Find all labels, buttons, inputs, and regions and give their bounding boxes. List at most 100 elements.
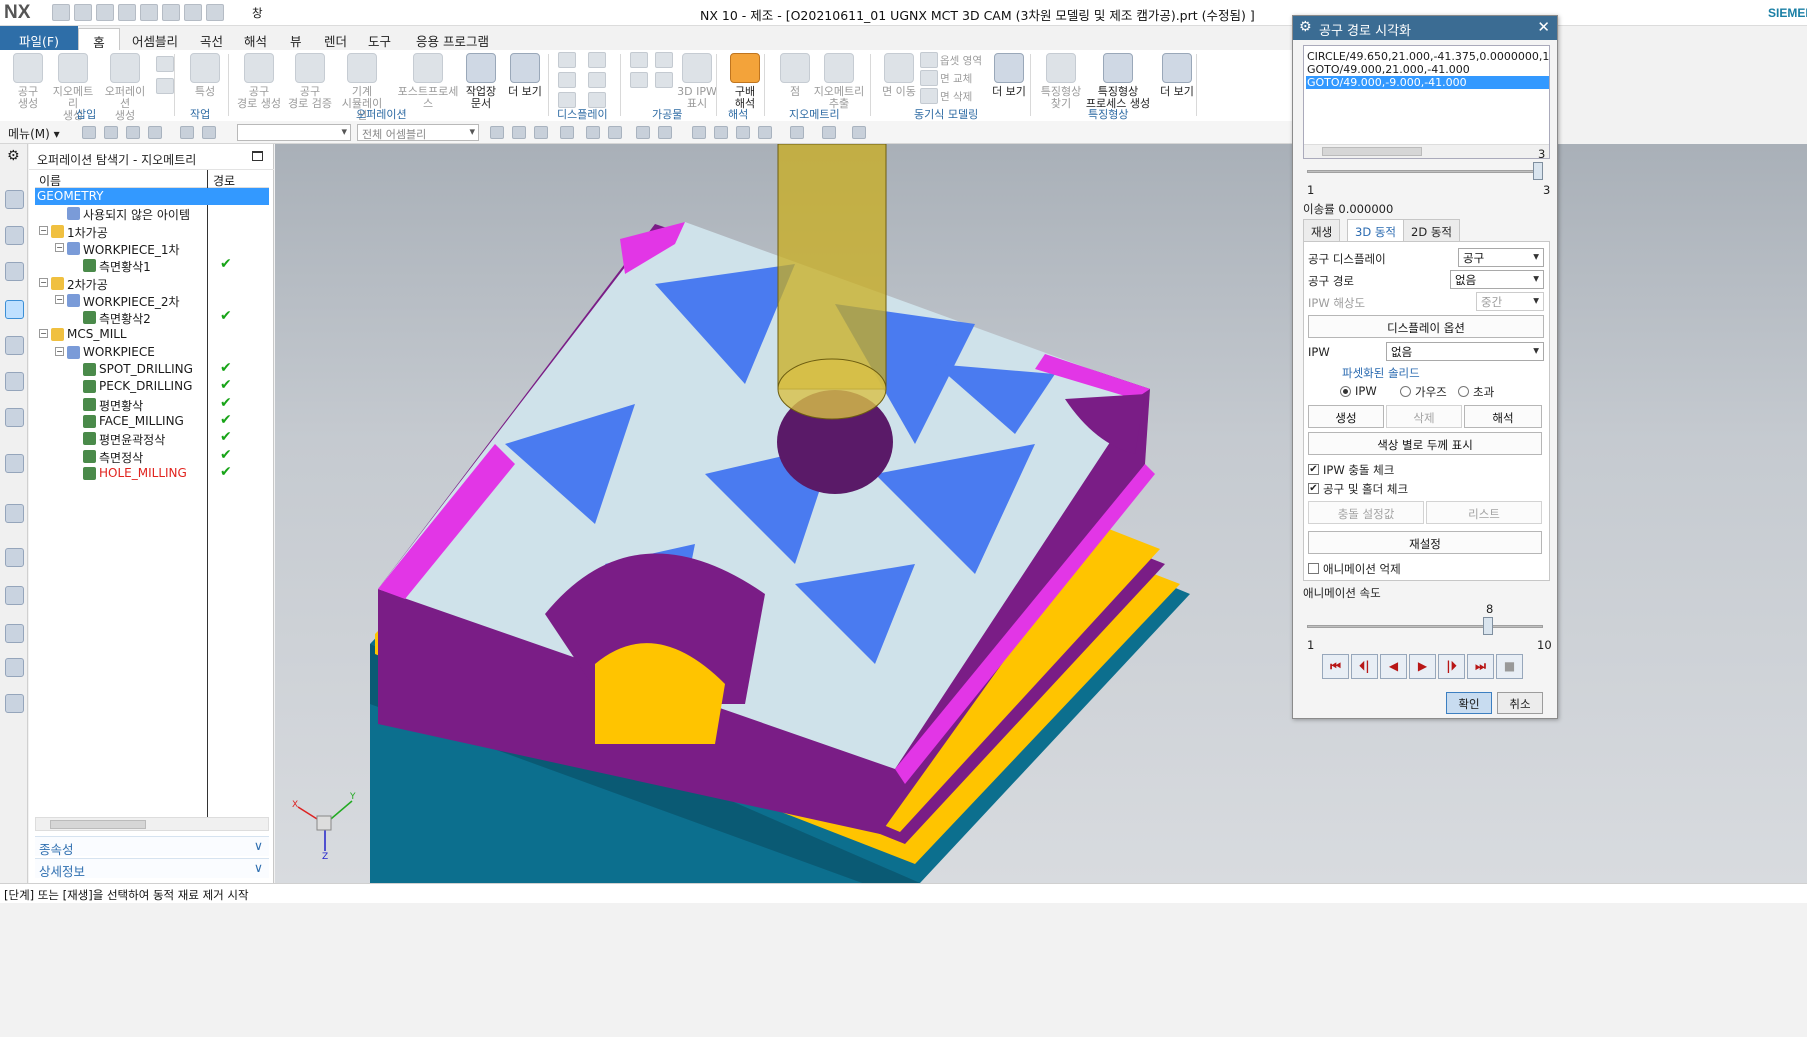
show-3d-ipw-button[interactable]: 3D IPW 표시	[672, 53, 722, 110]
clip-icon[interactable]	[852, 126, 866, 139]
toolpath-line[interactable]: CIRCLE/49.650,21.000,-41.375,0.0000000,1…	[1306, 50, 1549, 63]
tree-row[interactable]: FACE_MILLING ✔	[35, 412, 269, 430]
toolpath-line[interactable]: GOTO/49.000,-9.000,-41.000	[1306, 76, 1549, 89]
tree-row[interactable]: 측면황삭1 ✔	[35, 256, 269, 274]
delete-face-icon[interactable]	[920, 88, 938, 104]
offset-region-icon[interactable]	[920, 52, 938, 68]
shop-doc-button[interactable]: 작업장 문서	[456, 53, 506, 110]
part-navigator-icon[interactable]	[5, 262, 24, 281]
tree-row[interactable]: 사용되지 않은 아이템	[35, 205, 269, 222]
maximize-icon[interactable]	[252, 151, 263, 161]
assembly-scope-combo[interactable]: 전체 어셈블리	[357, 124, 479, 141]
create-tool-button[interactable]: 공구 생성	[3, 53, 53, 110]
tab-3d-dynamic[interactable]: 3D 동적	[1347, 219, 1404, 242]
touch-mode-icon[interactable]	[184, 4, 202, 21]
tab-file[interactable]: 파일(F)	[0, 26, 78, 50]
radio-excess-label[interactable]: 초과	[1473, 384, 1494, 400]
settings-gear-icon[interactable]: ⚙	[7, 148, 20, 164]
properties-button[interactable]: 특성	[180, 53, 230, 98]
generate-toolpath-button[interactable]: 공구 경로 생성	[234, 53, 284, 110]
display-icon-4[interactable]	[588, 72, 606, 88]
ipw-select[interactable]: 없음	[1386, 342, 1544, 361]
cancel-button[interactable]: 취소	[1497, 692, 1543, 714]
view-icon-2[interactable]	[658, 126, 672, 139]
snap-icon-3[interactable]	[534, 126, 548, 139]
ok-button[interactable]: 확인	[1446, 692, 1492, 714]
display-icon-3[interactable]	[558, 72, 576, 88]
tab-replay[interactable]: 재생	[1303, 219, 1341, 242]
radio-ipw[interactable]	[1340, 386, 1351, 397]
close-icon[interactable]: ✕	[1537, 18, 1550, 36]
assembly-navigator-icon[interactable]	[5, 190, 24, 209]
ipw-collision-label[interactable]: IPW 충돌 체크	[1323, 462, 1394, 478]
window-switch-icon[interactable]	[206, 4, 224, 21]
more-sync-button[interactable]: 더 보기	[984, 53, 1034, 98]
constraint-navigator-icon[interactable]	[5, 226, 24, 245]
history-icon[interactable]	[5, 504, 24, 523]
cut-icon[interactable]	[96, 4, 114, 21]
tree-row[interactable]: HOLE_MILLING ✔	[35, 464, 269, 482]
tab-view[interactable]: 뷰	[282, 28, 310, 50]
navigator-horizontal-scrollbar[interactable]	[35, 817, 269, 831]
display-options-button[interactable]: 디스플레이 옵션	[1308, 315, 1544, 338]
listing-scrollbar[interactable]	[1304, 144, 1549, 158]
tool-holder-label[interactable]: 공구 및 홀더 체크	[1323, 481, 1408, 497]
gear-icon[interactable]: ⚙	[1299, 19, 1312, 35]
filter-icon-2[interactable]	[104, 126, 118, 139]
web-browser-icon[interactable]	[5, 454, 24, 473]
more-feature-button[interactable]: 더 보기	[1152, 53, 1202, 98]
snap-icon-6[interactable]	[608, 126, 622, 139]
filter-icon-4[interactable]	[148, 126, 162, 139]
collision-settings-button[interactable]: 충돌 설정값	[1308, 501, 1424, 524]
save-icon[interactable]	[52, 4, 70, 21]
machine-tool-navigator-icon[interactable]	[5, 336, 24, 355]
more-ops-button[interactable]: 더 보기	[500, 53, 550, 98]
tree-row[interactable]: PECK_DRILLING ✔	[35, 377, 269, 395]
tree-row[interactable]: − WORKPIECE	[35, 344, 269, 361]
clock-history-icon[interactable]	[5, 548, 24, 567]
snap-icon-1[interactable]	[490, 126, 504, 139]
tab-render[interactable]: 렌더	[316, 28, 355, 50]
column-path-header[interactable]: 경로	[213, 172, 235, 189]
type-filter-combo[interactable]	[237, 124, 351, 141]
radio-excess[interactable]	[1458, 386, 1469, 397]
tree-row[interactable]: 측면정삭 ✔	[35, 447, 269, 465]
feature-process-button[interactable]: 특징형상 프로세스 생성	[1082, 53, 1154, 110]
ipw-resolution-select[interactable]: 중간	[1476, 292, 1544, 311]
small-geometry-icon[interactable]	[156, 78, 174, 94]
radio-ipw-label[interactable]: IPW	[1355, 384, 1377, 398]
rewind-to-start-icon[interactable]: ⏮	[1322, 654, 1349, 679]
window-menu-label[interactable]: 창	[252, 5, 263, 21]
tab-analysis[interactable]: 해석	[236, 28, 275, 50]
render-style-icon[interactable]	[790, 126, 804, 139]
column-name-header[interactable]: 이름	[39, 172, 61, 189]
tree-row[interactable]: − WORKPIECE_1차	[35, 240, 269, 257]
tree-row[interactable]: SPOT_DRILLING ✔	[35, 360, 269, 378]
collapse-toggle-icon[interactable]: −	[39, 277, 48, 287]
operation-navigator-icon[interactable]	[5, 300, 24, 319]
stop-icon[interactable]: ■	[1496, 654, 1523, 679]
filter-icon-5[interactable]	[180, 126, 194, 139]
tab-tools[interactable]: 도구	[360, 28, 399, 50]
toolpath-line[interactable]: GOTO/49.000,21.000,-41.000	[1306, 63, 1471, 76]
suppress-animation-checkbox[interactable]	[1308, 563, 1319, 574]
rotate-icon[interactable]	[736, 126, 750, 139]
tab-applications[interactable]: 응용 프로그램	[408, 28, 497, 50]
tab-assembly[interactable]: 어셈블리	[124, 28, 186, 50]
tree-row[interactable]: − 2차가공	[35, 275, 269, 292]
tool-display-select[interactable]: 공구	[1458, 248, 1544, 267]
animation-speed-slider[interactable]	[1307, 617, 1543, 637]
path-position-slider[interactable]	[1307, 162, 1543, 182]
shaded-icon[interactable]	[822, 126, 836, 139]
move-face-button[interactable]: 면 이동	[874, 53, 924, 98]
filter-icon-6[interactable]	[202, 126, 216, 139]
ipw-collision-checkbox[interactable]: ✔	[1308, 464, 1319, 475]
tree-row[interactable]: − 1차가공	[35, 223, 269, 240]
collapse-toggle-icon[interactable]: −	[39, 329, 48, 339]
system-materials-icon[interactable]	[5, 586, 24, 605]
machining-feature-navigator-icon[interactable]	[5, 372, 24, 391]
scrollbar-thumb[interactable]	[50, 820, 146, 829]
snap-icon-4[interactable]	[560, 126, 574, 139]
verify-toolpath-button[interactable]: 공구 경로 검증	[285, 53, 335, 110]
details-accordion[interactable]: 상세정보 ∨	[35, 858, 269, 879]
